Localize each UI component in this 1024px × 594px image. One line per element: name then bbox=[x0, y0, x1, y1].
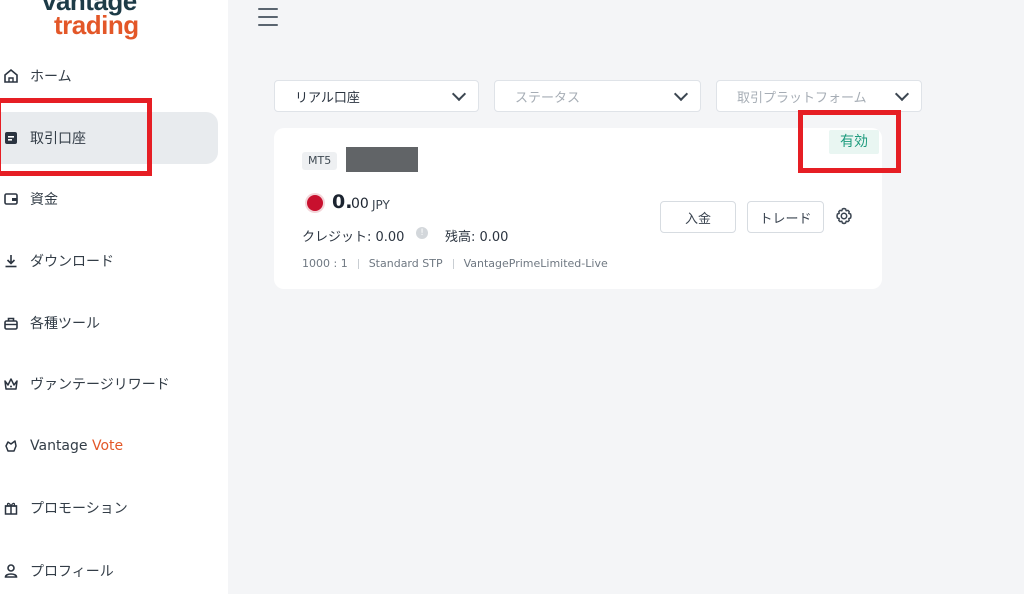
sidebar: vantage trading ホーム 取引口座 資金 ダウンロード 各種ツール… bbox=[0, 0, 228, 594]
vote-label-main: Vantage bbox=[30, 438, 88, 454]
balance-integer: 0. bbox=[332, 191, 353, 213]
sidebar-item-label: ダウンロード bbox=[30, 254, 114, 270]
status-select[interactable]: ステータス bbox=[494, 80, 701, 112]
leverage: 1000 : 1 bbox=[302, 257, 348, 270]
sidebar-item-profile[interactable]: プロフィール bbox=[0, 545, 218, 594]
divider bbox=[452, 258, 454, 269]
menu-toggle-button[interactable] bbox=[258, 8, 278, 26]
sidebar-item-label: プロフィール bbox=[30, 564, 114, 580]
sidebar-item-label: 資金 bbox=[30, 192, 58, 208]
menu-line bbox=[258, 24, 278, 26]
currency-code: JPY bbox=[372, 198, 390, 212]
divider bbox=[357, 258, 359, 269]
home-icon bbox=[2, 67, 20, 85]
status-placeholder: ステータス bbox=[515, 90, 581, 106]
logo-swoosh bbox=[148, 0, 166, 5]
account-type-text: Standard STP bbox=[368, 257, 443, 270]
gear-icon[interactable] bbox=[834, 206, 854, 226]
platform-select[interactable]: 取引プラットフォーム bbox=[716, 80, 922, 112]
download-icon bbox=[2, 252, 20, 270]
vote-icon bbox=[2, 437, 20, 455]
platform-placeholder: 取引プラットフォーム bbox=[737, 90, 867, 106]
sidebar-item-label: 各種ツール bbox=[30, 316, 100, 332]
info-icon[interactable]: ! bbox=[416, 227, 428, 239]
balance-decimal: 00 bbox=[351, 196, 369, 212]
chevron-down-icon bbox=[673, 86, 689, 102]
sidebar-item-label: ヴァンテージリワード bbox=[30, 377, 170, 393]
japan-flag-icon bbox=[307, 195, 323, 211]
highlight-box-status bbox=[798, 110, 901, 173]
menu-line bbox=[258, 16, 278, 18]
sidebar-item-label: プロモーション bbox=[30, 501, 128, 517]
sidebar-item-download[interactable]: ダウンロード bbox=[0, 235, 218, 287]
toolbox-icon bbox=[2, 314, 20, 332]
user-icon bbox=[2, 562, 20, 580]
crown-icon bbox=[2, 375, 20, 393]
sidebar-item-vantage-vote[interactable]: Vantage Vote bbox=[0, 420, 218, 472]
sidebar-item-rewards[interactable]: ヴァンテージリワード bbox=[0, 358, 218, 410]
account-type-select[interactable]: リアル口座 bbox=[274, 80, 479, 112]
vote-label-accent: Vote bbox=[91, 438, 124, 454]
credit-value: クレジット: 0.00 bbox=[302, 230, 405, 245]
gift-icon bbox=[2, 499, 20, 517]
sidebar-item-funds[interactable]: 資金 bbox=[0, 173, 218, 225]
account-type-value: リアル口座 bbox=[295, 90, 360, 106]
platform-badge: MT5 bbox=[302, 152, 338, 170]
logo-text-trading: trading bbox=[54, 10, 139, 40]
wallet-icon bbox=[2, 190, 20, 208]
sidebar-item-label: ホーム bbox=[30, 69, 72, 85]
server-name: VantagePrimeLimited-Live bbox=[463, 257, 608, 270]
trade-button[interactable]: トレード bbox=[747, 201, 824, 233]
highlight-box-sidebar bbox=[0, 98, 152, 176]
chevron-down-icon bbox=[894, 86, 910, 102]
vantage-logo[interactable]: vantage trading bbox=[40, 0, 170, 46]
chevron-down-icon bbox=[451, 86, 467, 102]
sidebar-item-label: Vantage Vote bbox=[30, 438, 123, 454]
deposit-button[interactable]: 入金 bbox=[660, 201, 736, 233]
balance-value: 残高: 0.00 bbox=[445, 230, 509, 245]
account-meta: 1000 : 1 Standard STP VantagePrimeLimite… bbox=[302, 257, 608, 270]
account-number-redacted bbox=[346, 147, 418, 172]
menu-line bbox=[258, 8, 278, 10]
sidebar-item-tools[interactable]: 各種ツール bbox=[0, 297, 218, 349]
account-card: MT5 0. 00 JPY クレジット: 0.00 ! 残高: 0.00 100… bbox=[274, 128, 882, 289]
sidebar-item-promotions[interactable]: プロモーション bbox=[0, 482, 218, 534]
sidebar-item-home[interactable]: ホーム bbox=[0, 50, 218, 102]
